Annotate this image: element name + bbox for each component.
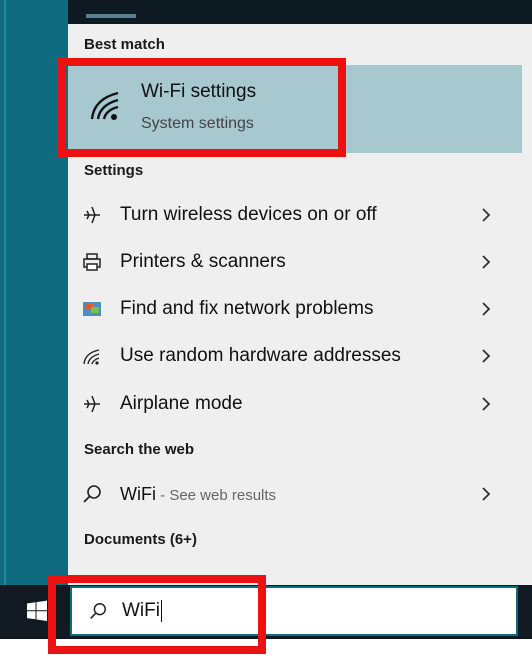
documents-header[interactable]: Documents (6+): [84, 531, 197, 548]
best-match-header: Best match: [84, 36, 165, 53]
setting-item-random-hw-addresses[interactable]: Use random hardware addresses: [68, 333, 522, 379]
rail-divider: [4, 0, 6, 585]
setting-item-label: Printers & scanners: [120, 251, 286, 272]
chevron-right-icon[interactable]: [478, 254, 494, 270]
web-result-item[interactable]: WiFi - See web results: [68, 471, 522, 517]
troubleshoot-icon: [81, 298, 103, 320]
airplane-icon: [81, 204, 103, 226]
setting-item-wireless-devices[interactable]: Turn wireless devices on or off: [68, 192, 522, 238]
chevron-right-icon[interactable]: [478, 301, 494, 317]
chevron-right-icon[interactable]: [478, 486, 494, 502]
annotation-highlight-best-match: [57, 58, 346, 157]
settings-header: Settings: [84, 162, 144, 179]
search-filter-bar: [68, 0, 532, 24]
printer-icon: [81, 251, 103, 273]
setting-item-label: Use random hardware addresses: [120, 345, 401, 366]
wifi-small-icon: [81, 345, 103, 367]
filter-tab-indicator[interactable]: [86, 14, 136, 18]
setting-item-label: Airplane mode: [120, 393, 243, 414]
search-web-header: Search the web: [84, 441, 195, 458]
airplane-icon: [81, 393, 103, 415]
search-icon: [81, 483, 103, 505]
web-result-query: WiFi: [120, 483, 156, 504]
setting-item-label: Find and fix network problems: [120, 298, 374, 319]
chevron-right-icon[interactable]: [478, 396, 494, 412]
web-result-suffix: - See web results: [155, 486, 277, 504]
windows-start-icon[interactable]: [26, 600, 48, 622]
setting-item-airplane-mode[interactable]: Airplane mode: [68, 381, 522, 427]
chevron-right-icon[interactable]: [478, 207, 494, 223]
setting-item-label: Turn wireless devices on or off: [120, 204, 377, 225]
annotation-highlight-search-box: [48, 575, 266, 654]
web-result-text: WiFi - See web results: [120, 484, 478, 505]
chevron-right-icon[interactable]: [478, 348, 494, 364]
setting-item-network-troubleshoot[interactable]: Find and fix network problems: [68, 286, 522, 332]
setting-item-printers[interactable]: Printers & scanners: [68, 239, 522, 285]
